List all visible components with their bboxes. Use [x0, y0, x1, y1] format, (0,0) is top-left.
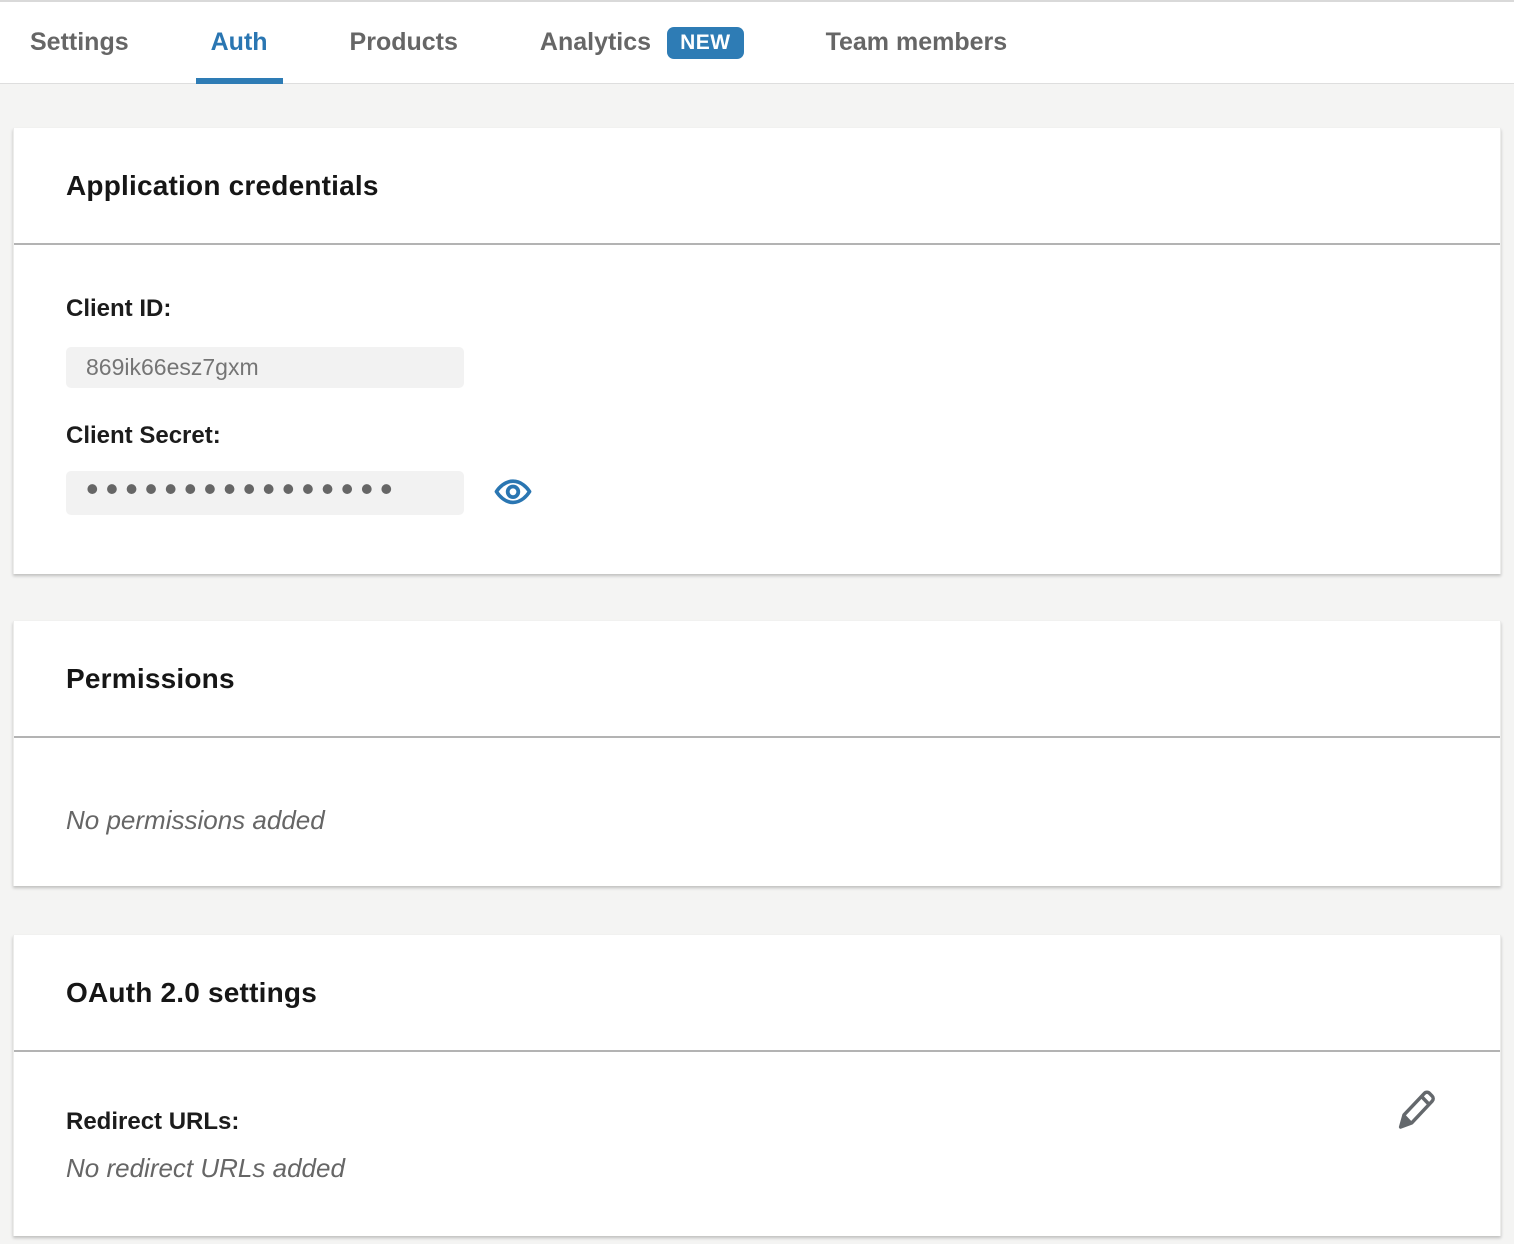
- tab-label: Analytics: [540, 28, 651, 57]
- tab-label: Products: [350, 28, 458, 57]
- permissions-card: Permissions No permissions added: [13, 621, 1501, 886]
- no-redirect-urls-text: No redirect URLs added: [66, 1153, 1448, 1184]
- tab-analytics[interactable]: Analytics NEW: [525, 2, 759, 83]
- oauth-settings-body: Redirect URLs: No redirect URLs added: [14, 1052, 1500, 1236]
- client-id-value: 869ik66esz7gxm: [86, 354, 259, 381]
- card-header: OAuth 2.0 settings: [14, 935, 1500, 1052]
- card-header: Application credentials: [14, 128, 1500, 245]
- tab-settings[interactable]: Settings: [15, 2, 144, 83]
- no-permissions-text: No permissions added: [66, 805, 325, 835]
- tab-products[interactable]: Products: [335, 2, 473, 83]
- client-secret-row: ••••••••••••••••: [66, 471, 1448, 515]
- auth-tab-content: Application credentials Client ID: 869ik…: [0, 128, 1514, 1236]
- tab-auth[interactable]: Auth: [196, 2, 283, 83]
- application-credentials-body: Client ID: 869ik66esz7gxm Client Secret:…: [14, 245, 1500, 574]
- tab-label: Team members: [826, 28, 1008, 57]
- show-client-secret-button[interactable]: [494, 478, 532, 508]
- application-credentials-title: Application credentials: [66, 170, 379, 202]
- redirect-urls-label: Redirect URLs:: [66, 1108, 1448, 1136]
- application-credentials-card: Application credentials Client ID: 869ik…: [13, 128, 1501, 574]
- tab-label: Auth: [211, 28, 268, 57]
- permissions-body: No permissions added: [14, 738, 1500, 886]
- client-id-label: Client ID:: [66, 295, 1448, 323]
- client-id-field[interactable]: 869ik66esz7gxm: [66, 347, 464, 388]
- oauth-settings-card: OAuth 2.0 settings Redirect URLs: No red…: [13, 935, 1501, 1236]
- new-badge: NEW: [667, 27, 744, 59]
- oauth-settings-title: OAuth 2.0 settings: [66, 977, 317, 1009]
- tab-team-members[interactable]: Team members: [811, 2, 1023, 83]
- permissions-title: Permissions: [66, 663, 235, 695]
- tab-bar: Settings Auth Products Analytics NEW Tea…: [0, 0, 1514, 84]
- client-secret-label: Client Secret:: [66, 422, 1448, 450]
- card-header: Permissions: [14, 621, 1500, 738]
- pencil-icon: [1394, 1121, 1438, 1136]
- client-secret-masked-value: ••••••••••••••••: [86, 478, 400, 500]
- edit-redirect-urls-button[interactable]: [1394, 1087, 1438, 1133]
- tab-label: Settings: [30, 28, 129, 57]
- eye-icon: [494, 477, 532, 510]
- client-secret-field[interactable]: ••••••••••••••••: [66, 471, 464, 515]
